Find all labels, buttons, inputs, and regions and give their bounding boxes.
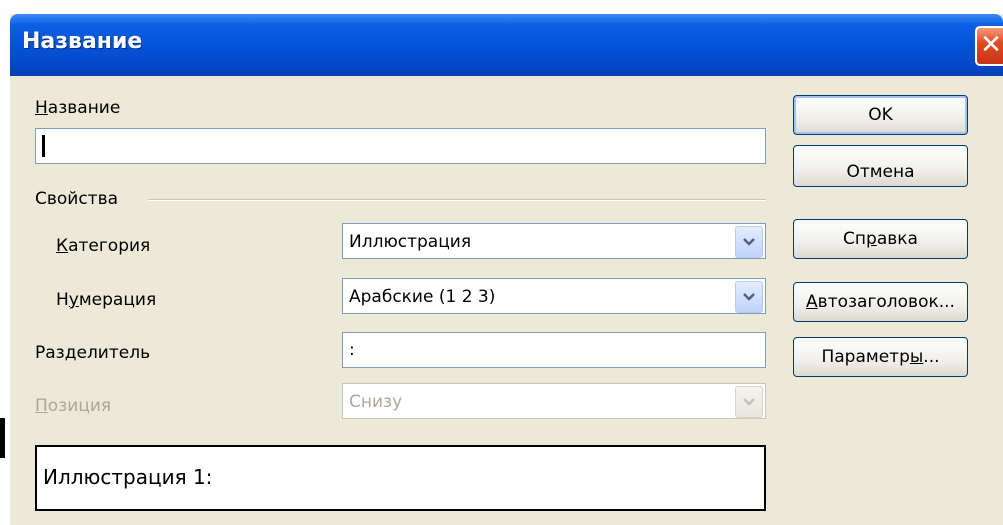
- name-input[interactable]: [35, 128, 766, 164]
- category-select-value: Иллюстрация: [349, 232, 472, 252]
- name-label-text: азвание: [47, 98, 121, 118]
- properties-group-label: Свойства: [35, 189, 119, 209]
- position-select: Снизу: [342, 383, 766, 419]
- options-button[interactable]: Параметры...: [793, 337, 968, 377]
- numbering-label-text: мерация: [78, 290, 157, 310]
- separator-label: Разделитель: [35, 343, 150, 363]
- close-button[interactable]: ✕: [975, 26, 1003, 66]
- help-button-mnemonic: р: [866, 229, 877, 249]
- help-button-pre: Сп: [843, 229, 867, 249]
- ok-button[interactable]: OK: [793, 95, 968, 135]
- autocaption-button-mnemonic: А: [806, 292, 818, 312]
- caption-dialog: Название ✕ Название Свойства Категория И…: [10, 14, 1003, 525]
- position-select-value: Снизу: [349, 392, 403, 412]
- category-label-text: атегория: [68, 236, 151, 256]
- separator-input-value: :: [349, 340, 355, 360]
- chevron-down-icon: [735, 386, 763, 418]
- dialog-title: Название: [22, 29, 143, 54]
- separator-label-mnemonic: д: [64, 343, 77, 363]
- background-edge-mark: [0, 418, 5, 458]
- category-select[interactable]: Иллюстрация: [342, 223, 766, 259]
- numbering-label-pre: Н: [56, 290, 69, 310]
- position-label-text: озиция: [47, 396, 112, 416]
- text-caret: [42, 135, 45, 157]
- title-bar[interactable]: Название ✕: [10, 14, 1003, 76]
- category-label-mnemonic: К: [56, 236, 69, 256]
- help-button-text: авка: [876, 229, 918, 249]
- autocaption-button[interactable]: Автозаголовок...: [793, 282, 968, 322]
- position-label-mnemonic: П: [35, 396, 48, 416]
- numbering-select-value: Арабские (1 2 3): [349, 287, 496, 307]
- properties-divider: [148, 199, 766, 201]
- close-icon: ✕: [980, 30, 1002, 60]
- numbering-select[interactable]: Арабские (1 2 3): [342, 278, 766, 314]
- name-label-mnemonic: Н: [35, 98, 48, 118]
- separator-label-pre: Раз: [35, 343, 65, 363]
- cancel-button[interactable]: Отмена: [793, 145, 968, 187]
- separator-label-text: елитель: [76, 343, 151, 363]
- options-button-pre: Параметр: [821, 347, 910, 367]
- position-label: Позиция: [35, 396, 111, 416]
- caption-preview: Иллюстрация 1:: [35, 445, 766, 511]
- chevron-down-icon[interactable]: [735, 281, 763, 313]
- options-button-text: ...: [923, 347, 940, 367]
- separator-input[interactable]: :: [342, 332, 766, 368]
- options-button-mnemonic: ы: [909, 347, 924, 367]
- autocaption-button-text: втозаголовок...: [817, 292, 955, 312]
- help-button[interactable]: Справка: [793, 219, 968, 259]
- numbering-label-mnemonic: у: [68, 290, 79, 310]
- numbering-label: Нумерация: [56, 290, 156, 310]
- category-label: Категория: [56, 236, 150, 256]
- name-label: Название: [35, 98, 120, 118]
- chevron-down-icon[interactable]: [735, 226, 763, 258]
